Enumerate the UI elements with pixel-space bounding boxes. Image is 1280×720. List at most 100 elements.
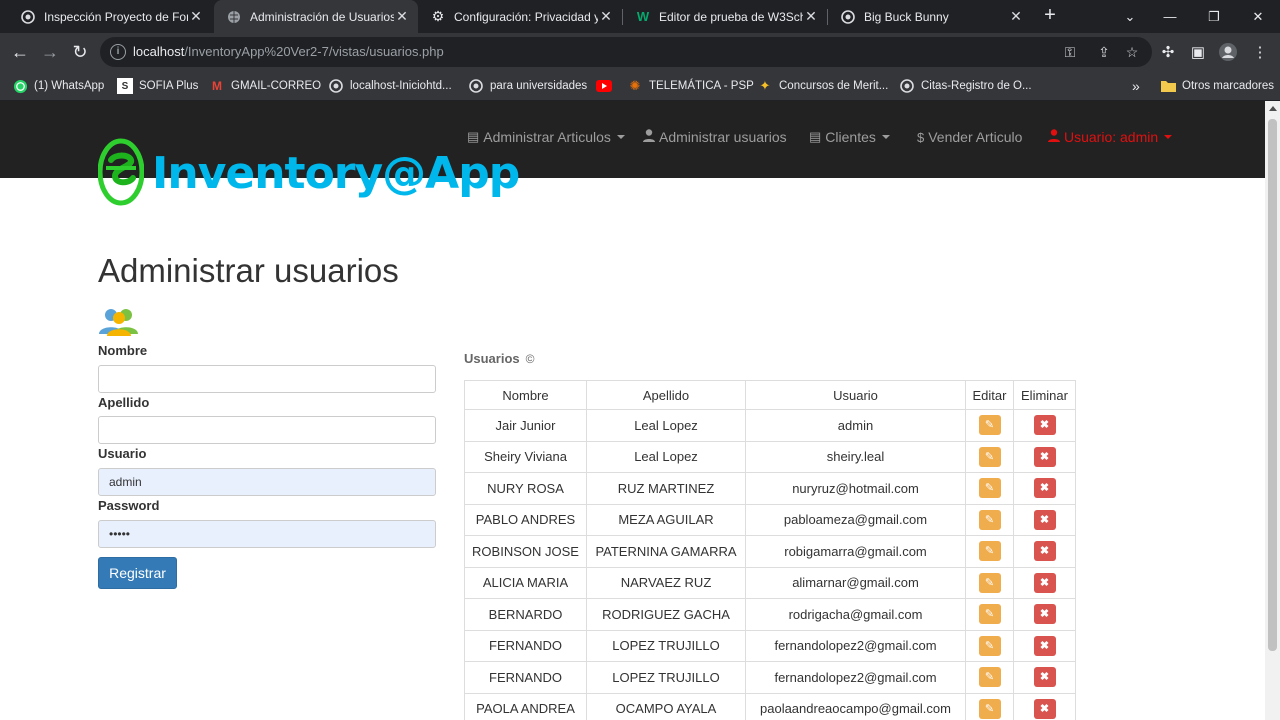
bookmark-telematica[interactable]: ✺ TELEMÁTICA - PSP (627, 77, 754, 95)
key-icon[interactable]: ⚿ (1060, 42, 1080, 62)
cell-usuario: sheiry.leal (745, 440, 966, 473)
edit-pencil-icon[interactable]: ✎ (978, 604, 1001, 625)
w3schools-icon: W (636, 9, 650, 24)
bookmark-whatsapp[interactable]: (1) WhatsApp (12, 77, 104, 95)
cell-usuario: fernandolopez2@gmail.com (745, 661, 966, 694)
bookmark-gmail[interactable]: M GMAIL-CORREO (209, 77, 321, 95)
password-input[interactable] (98, 520, 436, 548)
cell-editar: ✎ (965, 661, 1014, 694)
edit-pencil-icon[interactable]: ✎ (978, 446, 1001, 467)
nav-vender-articulo[interactable]: $ Vender Articulo (917, 129, 1022, 145)
cell-eliminar: ✖ (1013, 629, 1076, 662)
nav-clientes[interactable]: ▤ Clientes (809, 129, 890, 145)
bookmark-youtube[interactable] (596, 77, 618, 95)
delete-x-icon[interactable]: ✖ (1033, 478, 1056, 499)
site-info-icon[interactable]: i (110, 44, 126, 60)
window-close-icon[interactable]: ✕ (1236, 0, 1280, 33)
bookmark-concursos[interactable]: ✦ Concursos de Merit... (757, 77, 889, 95)
reload-icon[interactable]: ↻ (68, 40, 92, 64)
more-bookmarks-chevron[interactable]: » (1132, 77, 1140, 95)
close-icon[interactable]: ✕ (803, 8, 819, 25)
share-icon[interactable]: ⇪ (1094, 42, 1114, 62)
bookmark-universidades[interactable]: para universidades (468, 77, 587, 95)
bookmark-star-icon[interactable]: ☆ (1122, 42, 1142, 62)
close-icon[interactable]: ✕ (394, 8, 410, 25)
edit-pencil-icon[interactable]: ✎ (978, 635, 1001, 656)
delete-x-icon[interactable]: ✖ (1033, 415, 1056, 436)
cell-eliminar: ✖ (1013, 440, 1076, 473)
browser-tab-1[interactable]: Inspección Proyecto de Form ✕ (8, 0, 212, 33)
cell-editar: ✎ (965, 503, 1014, 536)
list-icon: ▤ (809, 129, 822, 144)
refresh-icon[interactable]: © (526, 352, 535, 366)
caret-down-icon (616, 135, 625, 139)
cell-usuario: rodrigacha@gmail.com (745, 598, 966, 631)
other-bookmarks-folder[interactable]: Otros marcadores (1160, 77, 1274, 95)
tab-title: Inspección Proyecto de Form (44, 9, 188, 24)
cell-usuario: alimarnar@gmail.com (745, 566, 966, 599)
cell-usuario: paolaandreaocampo@gmail.com (745, 692, 966, 720)
registrar-button[interactable]: Registrar (98, 557, 177, 589)
edit-pencil-icon[interactable]: ✎ (978, 667, 1001, 688)
edit-pencil-icon[interactable]: ✎ (978, 478, 1001, 499)
scroll-up-arrow-icon[interactable] (1269, 106, 1277, 111)
edit-pencil-icon[interactable]: ✎ (978, 572, 1001, 593)
scrollbar-thumb[interactable] (1268, 119, 1277, 651)
table-row: PABLO ANDRES MEZA AGUILAR pabloameza@gmail… (464, 503, 1076, 536)
back-arrow-icon[interactable]: ← (8, 40, 32, 64)
browser-menu-kebab-icon[interactable]: ⋮ (1250, 42, 1270, 62)
delete-x-icon[interactable]: ✖ (1033, 509, 1056, 530)
address-bar[interactable]: i localhost/InventoryApp%20Ver2-7/vistas… (100, 37, 1152, 67)
edit-pencil-icon[interactable]: ✎ (978, 509, 1001, 530)
new-tab-plus-icon[interactable]: + (1038, 4, 1062, 28)
close-icon[interactable]: ✕ (188, 8, 204, 25)
extensions-puzzle-icon[interactable]: ✣ (1158, 42, 1178, 62)
cell-nombre: ROBINSON JOSE (464, 535, 587, 568)
browser-tab-4[interactable]: W Editor de prueba de W3Schoo ✕ (623, 0, 827, 33)
edit-pencil-icon[interactable]: ✎ (978, 415, 1001, 436)
minimize-icon[interactable]: — (1148, 0, 1192, 33)
cell-apellido: NARVAEZ RUZ (586, 566, 746, 599)
nav-administrar-usuarios[interactable]: Administrar usuarios (643, 129, 787, 145)
delete-x-icon[interactable]: ✖ (1033, 572, 1056, 593)
cell-nombre: NURY ROSA (464, 472, 587, 505)
nombre-label: Nombre (98, 343, 148, 358)
delete-x-icon[interactable]: ✖ (1033, 635, 1056, 656)
delete-x-icon[interactable]: ✖ (1033, 698, 1056, 719)
apellido-input[interactable] (98, 416, 436, 444)
delete-x-icon[interactable]: ✖ (1033, 446, 1056, 467)
column-header-apellido: Apellido (586, 380, 746, 410)
usuario-input[interactable] (98, 468, 436, 496)
tab-search-chevron-icon[interactable]: ⌄ (1108, 0, 1152, 33)
edit-pencil-icon[interactable]: ✎ (978, 541, 1001, 562)
cell-eliminar: ✖ (1013, 598, 1076, 631)
close-icon[interactable]: ✕ (1008, 8, 1024, 25)
delete-x-icon[interactable]: ✖ (1033, 667, 1056, 688)
close-icon[interactable]: ✕ (598, 8, 614, 25)
bookmark-localhost[interactable]: localhost-Iniciohtd... (328, 77, 452, 95)
cell-usuario: pabloameza@gmail.com (745, 503, 966, 536)
nav-user-menu[interactable]: Usuario: admin (1048, 129, 1173, 145)
edit-pencil-icon[interactable]: ✎ (978, 698, 1001, 719)
cell-eliminar: ✖ (1013, 409, 1076, 442)
browser-tab-5[interactable]: Big Buck Bunny ✕ (828, 0, 1032, 33)
bookmark-citas[interactable]: Citas-Registro de O... (899, 77, 1032, 95)
restore-icon[interactable]: ❐ (1192, 0, 1236, 33)
brand-logo[interactable]: Inventory@App (98, 138, 520, 208)
profile-avatar[interactable] (1218, 42, 1238, 62)
gear-icon: ⚙ (431, 8, 445, 24)
nav-administrar-articulos[interactable]: ▤ Administrar Articulos (467, 129, 625, 145)
delete-x-icon[interactable]: ✖ (1033, 604, 1056, 625)
page-scrollbar[interactable] (1265, 101, 1280, 720)
side-panel-icon[interactable]: ▣ (1188, 42, 1208, 62)
forward-arrow-icon[interactable]: → (38, 40, 62, 64)
delete-x-icon[interactable]: ✖ (1033, 541, 1056, 562)
nombre-input[interactable] (98, 365, 436, 393)
cell-apellido: Leal Lopez (586, 440, 746, 473)
apellido-label: Apellido (98, 395, 150, 410)
cell-nombre: BERNARDO (464, 598, 587, 631)
browser-tab-2[interactable]: Administración de Usuarios ✕ (214, 0, 418, 33)
bookmark-sofia-plus[interactable]: S SOFIA Plus (117, 77, 198, 95)
table-header-row: Nombre Apellido Usuario Editar Eliminar (464, 380, 1076, 410)
browser-tab-3[interactable]: ⚙ Configuración: Privacidad y s ✕ (418, 0, 622, 33)
